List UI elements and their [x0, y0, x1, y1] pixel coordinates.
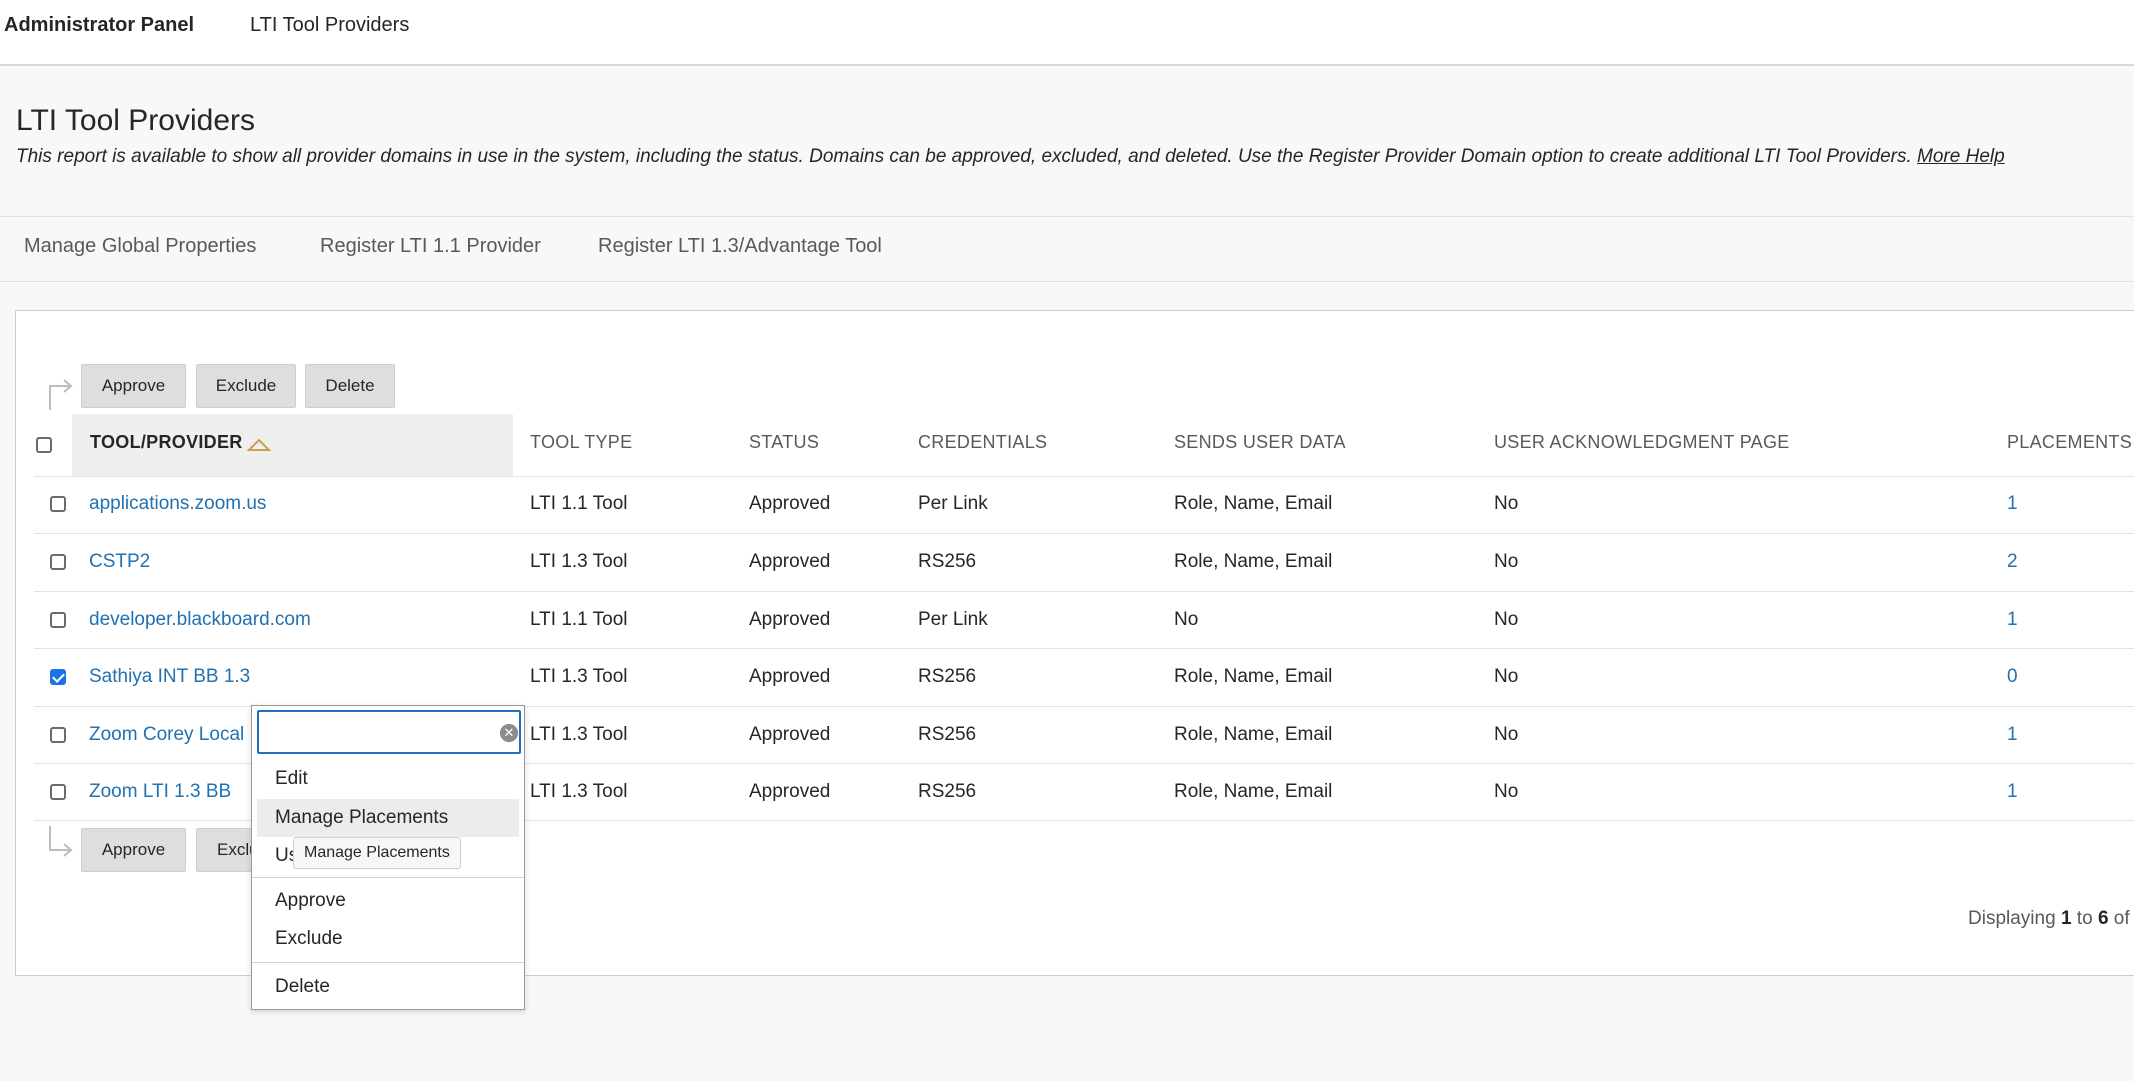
tool-provider-link[interactable]: developer.blackboard.com [89, 609, 311, 631]
row-divider [34, 591, 2134, 592]
row-divider [34, 533, 2134, 534]
placements-link[interactable]: 1 [2007, 724, 2018, 746]
tool-type-cell: LTI 1.3 Tool [530, 551, 628, 572]
credentials-cell: RS256 [918, 724, 977, 745]
status-cell: Approved [749, 724, 831, 745]
tooltip: Manage Placements [293, 837, 461, 869]
sends-user-data-cell: Role, Name, Email [1174, 724, 1333, 745]
status-cell: Approved [749, 493, 831, 514]
page-description-text: This report is available to show all pro… [16, 146, 1912, 167]
manage-global-properties-button[interactable]: Manage Global Properties [24, 235, 256, 258]
column-header-tool-provider[interactable]: TOOL/PROVIDER [72, 414, 513, 476]
row-checkbox[interactable] [50, 727, 66, 743]
breadcrumb-admin-panel[interactable]: Administrator Panel [4, 14, 194, 37]
sends-user-data-cell: Role, Name, Email [1174, 781, 1333, 802]
column-header-sends-user-data[interactable]: SENDS USER DATA [1174, 432, 1346, 453]
tool-type-cell: LTI 1.3 Tool [530, 666, 628, 687]
tool-provider-link[interactable]: Sathiya INT BB 1.3 [89, 666, 250, 688]
bulk-action-arrow-icon [49, 826, 73, 857]
row-checkbox[interactable] [50, 784, 66, 800]
credentials-cell: RS256 [918, 666, 977, 687]
credentials-cell: Per Link [918, 493, 988, 514]
status-cell: Approved [749, 609, 831, 630]
menu-item-manage-placements[interactable]: Manage Placements [257, 799, 519, 837]
pagination-from: 1 [2060, 908, 2072, 929]
context-menu-search[interactable]: ✕ [257, 710, 521, 754]
tool-provider-link[interactable]: CSTP2 [89, 551, 150, 573]
credentials-cell: RS256 [918, 551, 977, 572]
status-cell: Approved [749, 551, 831, 572]
exclude-button-top[interactable]: Exclude [196, 364, 296, 408]
delete-button-top[interactable]: Delete [305, 364, 395, 408]
sends-user-data-cell: Role, Name, Email [1174, 493, 1333, 514]
menu-item-delete[interactable]: Delete [257, 968, 519, 1006]
register-lti-13-tool-button[interactable]: Register LTI 1.3/Advantage Tool [598, 235, 882, 258]
bulk-action-arrow-icon [49, 379, 73, 410]
sort-ascending-icon [247, 438, 271, 451]
user-ack-cell: No [1494, 551, 1519, 572]
menu-item-edit[interactable]: Edit [257, 760, 519, 798]
status-cell: Approved [749, 781, 831, 802]
clear-search-icon[interactable]: ✕ [500, 724, 518, 742]
column-header-status[interactable]: STATUS [749, 432, 819, 453]
menu-separator [252, 877, 524, 878]
more-help-link[interactable]: More Help [1917, 146, 2005, 167]
page-title: LTI Tool Providers [16, 104, 255, 137]
placements-link[interactable]: 1 [2007, 493, 2018, 515]
row-checkbox[interactable] [50, 496, 66, 512]
top-breadcrumb-bar: Administrator Panel LTI Tool Providers [0, 0, 2134, 66]
pagination-to: 6 [2097, 908, 2109, 929]
menu-separator [252, 962, 524, 963]
column-header-user-ack-page[interactable]: USER ACKNOWLEDGMENT PAGE [1494, 432, 1790, 453]
pagination-summary: Displaying 1 to 6 of [1968, 908, 2130, 930]
tool-type-cell: LTI 1.1 Tool [530, 493, 628, 514]
user-ack-cell: No [1494, 609, 1519, 630]
column-header-placements[interactable]: PLACEMENTS [2007, 432, 2132, 453]
credentials-cell: RS256 [918, 781, 977, 802]
row-checkbox[interactable] [50, 612, 66, 628]
tool-provider-link[interactable]: Zoom Corey Local [89, 724, 244, 746]
tool-type-cell: LTI 1.3 Tool [530, 724, 628, 745]
context-menu-search-input[interactable] [265, 718, 489, 748]
menu-item-approve[interactable]: Approve [257, 882, 519, 920]
credentials-cell: Per Link [918, 609, 988, 630]
menu-item-exclude[interactable]: Exclude [257, 920, 519, 958]
sends-user-data-cell: No [1174, 609, 1199, 630]
user-ack-cell: No [1494, 666, 1519, 687]
tool-type-cell: LTI 1.1 Tool [530, 609, 628, 630]
tool-provider-header-label: TOOL/PROVIDER [90, 432, 243, 452]
placements-link[interactable]: 2 [2007, 551, 2018, 573]
pagination-to-word: to [2076, 908, 2093, 929]
row-divider [34, 648, 2134, 649]
pagination-prefix: Displaying [1968, 908, 2056, 929]
status-cell: Approved [749, 666, 831, 687]
register-lti-11-provider-button[interactable]: Register LTI 1.1 Provider [320, 235, 541, 258]
tool-provider-link[interactable]: Zoom LTI 1.3 BB [89, 781, 231, 803]
tool-type-cell: LTI 1.3 Tool [530, 781, 628, 802]
approve-button-top[interactable]: Approve [81, 364, 186, 408]
sends-user-data-cell: Role, Name, Email [1174, 551, 1333, 572]
user-ack-cell: No [1494, 781, 1519, 802]
placements-link[interactable]: 0 [2007, 666, 2018, 688]
header-divider [34, 476, 2134, 477]
column-header-tool-type[interactable]: TOOL TYPE [530, 432, 632, 453]
action-bar: Manage Global Properties Register LTI 1.… [0, 216, 2134, 282]
row-checkbox[interactable] [50, 554, 66, 570]
tool-provider-link[interactable]: applications.zoom.us [89, 493, 266, 515]
column-header-credentials[interactable]: CREDENTIALS [918, 432, 1047, 453]
sends-user-data-cell: Role, Name, Email [1174, 666, 1333, 687]
exclude-button-bottom[interactable]: Exclu [196, 828, 259, 872]
user-ack-cell: No [1494, 493, 1519, 514]
user-ack-cell: No [1494, 724, 1519, 745]
pagination-of-word: of [2113, 908, 2130, 929]
row-checkbox[interactable] [50, 669, 66, 685]
select-all-checkbox[interactable] [36, 437, 52, 453]
breadcrumb-current: LTI Tool Providers [250, 14, 410, 36]
page-description: This report is available to show all pro… [16, 146, 2005, 168]
placements-link[interactable]: 1 [2007, 781, 2018, 803]
approve-button-bottom[interactable]: Approve [81, 828, 186, 872]
placements-link[interactable]: 1 [2007, 609, 2018, 631]
